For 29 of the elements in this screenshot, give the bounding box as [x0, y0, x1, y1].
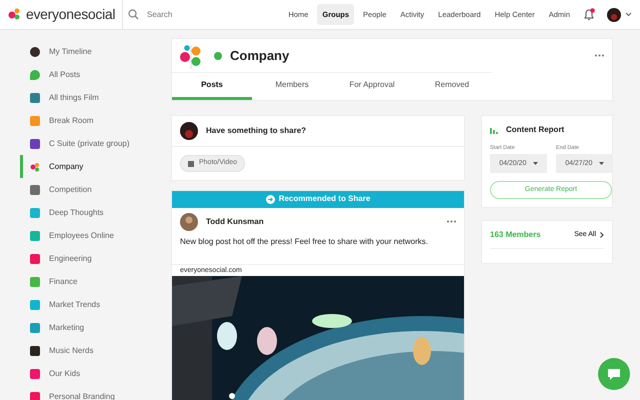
- sidebar-item[interactable]: Personal Branding: [20, 385, 160, 400]
- tab[interactable]: Members: [252, 73, 332, 100]
- tab[interactable]: For Approval: [332, 73, 412, 100]
- sidebar-item[interactable]: Music Nerds: [20, 339, 160, 362]
- search-field[interactable]: Search: [122, 0, 222, 30]
- sidebar-item[interactable]: Competition: [20, 178, 160, 201]
- sidebar-item[interactable]: All things Film: [20, 86, 160, 109]
- sidebar-item[interactable]: Company: [20, 155, 160, 178]
- members-count: 163 Members: [490, 228, 541, 241]
- tab[interactable]: Removed: [412, 73, 492, 100]
- sidebar-item[interactable]: Market Trends: [20, 293, 160, 316]
- brand-name: everyonesocial: [26, 5, 116, 24]
- report-title: Content Report: [506, 124, 564, 136]
- sidebar-item[interactable]: C Suite (private group): [20, 132, 160, 155]
- sidebar-item[interactable]: My Timeline: [20, 40, 160, 63]
- author-name[interactable]: Todd Kunsman: [206, 216, 264, 228]
- post-text: New blog post hot off the press! Feel free to share with your networks.: [179, 236, 429, 248]
- sidebar-item[interactable]: Engineering: [20, 247, 160, 270]
- sidebar-item[interactable]: Our Kids: [20, 362, 160, 385]
- sidebar-item[interactable]: Break Room: [20, 109, 160, 132]
- sidebar-item[interactable]: Deep Thoughts: [20, 201, 160, 224]
- sidebar-item[interactable]: Finance: [20, 270, 160, 293]
- group-title: Company: [230, 46, 290, 65]
- sidebar-item[interactable]: Marketing: [20, 316, 160, 339]
- sidebar-item[interactable]: Employees Online: [20, 224, 160, 247]
- sidebar-item[interactable]: All Posts: [20, 63, 160, 86]
- banner-text: Recommended to Share: [278, 193, 370, 205]
- composer-prompt[interactable]: Have something to share?: [206, 125, 306, 137]
- tab[interactable]: Posts: [172, 73, 252, 100]
